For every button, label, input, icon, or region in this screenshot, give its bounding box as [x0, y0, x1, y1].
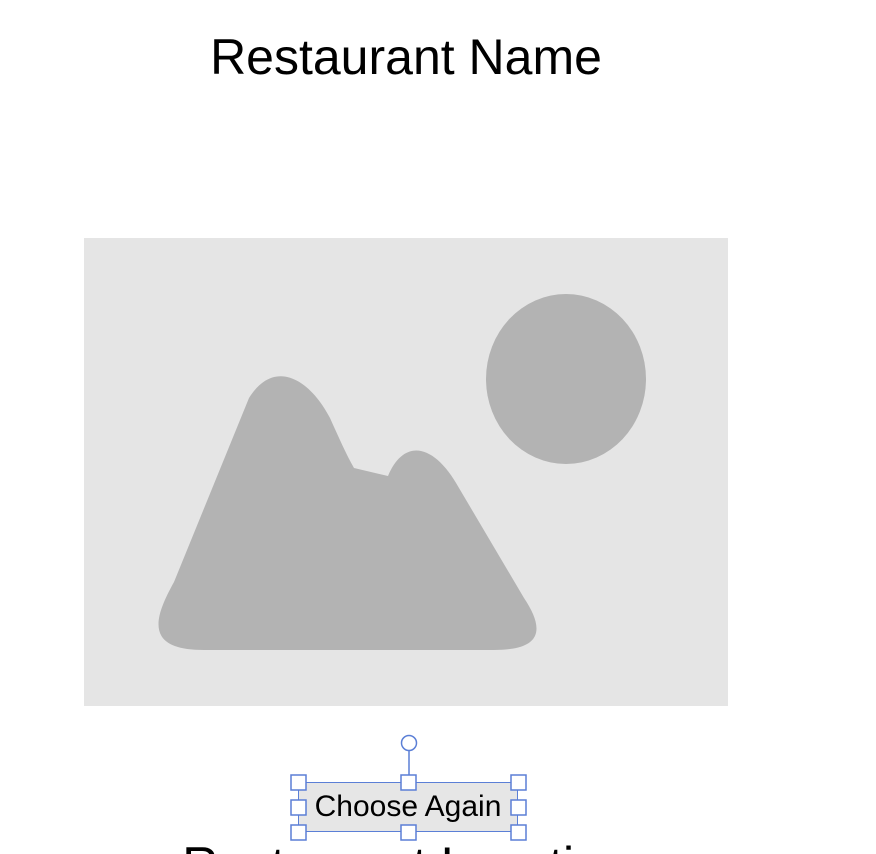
- rotation-handle[interactable]: [400, 734, 418, 752]
- image-placeholder-icon: [84, 238, 728, 706]
- restaurant-name-title: Restaurant Name: [210, 29, 602, 85]
- mockup-canvas: Restaurant Name Choose Again Restaurant …: [0, 0, 876, 854]
- choose-again-button[interactable]: Choose Again: [298, 782, 518, 832]
- restaurant-image-placeholder: [84, 238, 728, 706]
- restaurant-location-label: Restaurant Location: [0, 834, 812, 854]
